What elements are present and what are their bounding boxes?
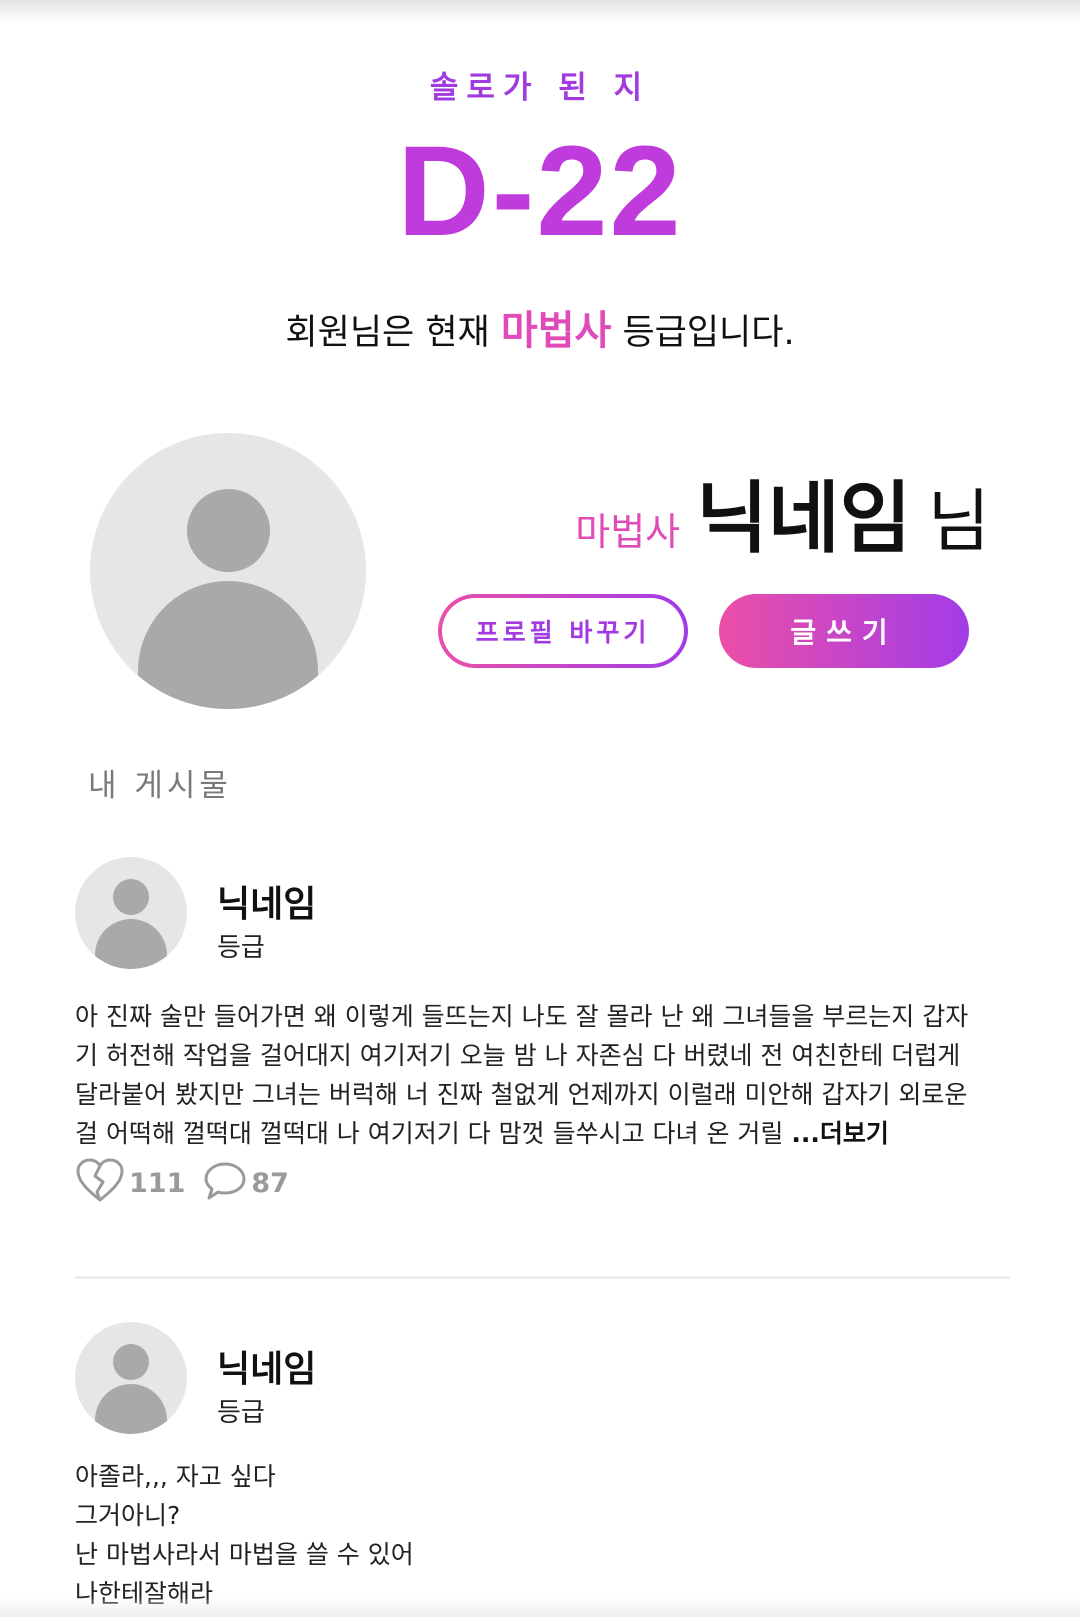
- comment-count: 87: [251, 1167, 289, 1199]
- avatar-head-shape: [113, 1344, 149, 1380]
- solo-duration-label: 솔로가 된 지: [429, 70, 651, 106]
- profile-name-suffix: 님: [927, 483, 990, 562]
- post-body-line: 아 진짜 술만 들어가면 왜 이렇게 들뜨는지 나도 잘 몰라 난 왜 그녀들을…: [75, 1002, 969, 1031]
- post-author-grade: 등급: [217, 1398, 265, 1428]
- grade-sentence-suffix: 등급입니다.: [622, 313, 795, 353]
- avatar-body-shape: [95, 1384, 167, 1434]
- broken-heart-icon[interactable]: [75, 1158, 125, 1208]
- speech-bubble-icon[interactable]: [203, 1160, 247, 1206]
- post-divider: [75, 1276, 1010, 1279]
- read-more-link[interactable]: ...더보기: [791, 1119, 889, 1148]
- profile-name-line: 마법사 닉네임 님: [575, 456, 990, 564]
- like-count: 111: [129, 1167, 186, 1199]
- profile-nickname: 닉네임: [696, 474, 912, 564]
- profile-avatar[interactable]: [90, 433, 366, 709]
- post-body-line: 아졸라,,, 자고 싶다: [75, 1462, 276, 1491]
- post-body-line: 달라붙어 봤지만 그녀는 버럭해 너 진짜 철없게 언제까지 이럴래 미안해 갑…: [75, 1080, 968, 1109]
- post-card[interactable]: 닉네임 등급 아졸라,,, 자고 싶다 그거아니? 난 마법사라서 마법을 쓸 …: [75, 1322, 1010, 1617]
- avatar-body-shape: [95, 919, 167, 969]
- grade-sentence: 회원님은 현재 마법사 등급입니다.: [0, 298, 1080, 356]
- comment-stat[interactable]: 87: [203, 1160, 289, 1206]
- bottom-fade: [0, 1597, 1080, 1617]
- dday-counter: D-22: [397, 120, 683, 263]
- my-page: 솔로가 된 지 D-22 회원님은 현재 마법사 등급입니다. 마법사 닉네임 …: [0, 0, 1080, 1617]
- post-author-nickname[interactable]: 닉네임: [217, 875, 316, 927]
- post-author-nickname[interactable]: 닉네임: [217, 1340, 316, 1392]
- top-shadow: [0, 0, 1080, 22]
- edit-profile-button[interactable]: 프로필 바꾸기: [438, 594, 688, 668]
- edit-profile-button-label: 프로필 바꾸기: [442, 598, 684, 664]
- post-author-avatar[interactable]: [75, 1322, 187, 1434]
- post-body-line: 그거아니?: [75, 1501, 181, 1530]
- my-posts-heading: 내 게시물: [88, 768, 232, 804]
- write-post-button[interactable]: 글쓰기: [719, 594, 969, 668]
- post-body: 아 진짜 술만 들어가면 왜 이렇게 들뜨는지 나도 잘 몰라 난 왜 그녀들을…: [75, 997, 1010, 1153]
- like-stat[interactable]: 111: [75, 1158, 185, 1208]
- profile-grade: 마법사: [575, 510, 681, 554]
- grade-highlight: 마법사: [500, 308, 612, 354]
- post-author-grade: 등급: [217, 933, 265, 963]
- post-body-line: 난 마법사라서 마법을 쓸 수 있어: [75, 1540, 414, 1569]
- post-body-line-last: 걸 어떡해 껄떡대 껄떡대 나 여기저기 다 맘껏 들쑤시고 다녀 온 거릴 .…: [75, 1114, 1010, 1153]
- post-stats: 111 87: [75, 1158, 307, 1208]
- post-author-avatar[interactable]: [75, 857, 187, 969]
- post-body-line: 기 허전해 작업을 걸어대지 여기저기 오늘 밤 나 자존심 다 버렸네 전 여…: [75, 1041, 961, 1070]
- avatar-body-shape: [138, 581, 318, 709]
- post-card[interactable]: 닉네임 등급 아 진짜 술만 들어가면 왜 이렇게 들뜨는지 나도 잘 몰라 난…: [75, 857, 1010, 1217]
- post-body: 아졸라,,, 자고 싶다 그거아니? 난 마법사라서 마법을 쓸 수 있어 나한…: [75, 1457, 1010, 1613]
- avatar-head-shape: [187, 489, 270, 572]
- grade-sentence-prefix: 회원님은 현재: [285, 313, 490, 353]
- post-body-line-text: 걸 어떡해 껄떡대 껄떡대 나 여기저기 다 맘껏 들쑤시고 다녀 온 거릴: [75, 1119, 784, 1148]
- avatar-head-shape: [113, 879, 149, 915]
